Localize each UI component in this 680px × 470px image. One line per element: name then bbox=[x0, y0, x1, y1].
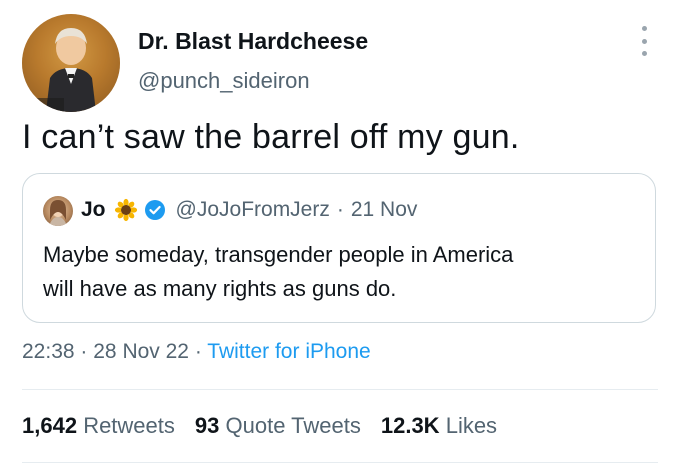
retweets-label: Retweets bbox=[83, 413, 175, 438]
sunflower-emoji-icon bbox=[114, 198, 138, 222]
tweet-time[interactable]: 22:38 bbox=[22, 340, 75, 363]
tweet-source-link[interactable]: Twitter for iPhone bbox=[207, 340, 370, 363]
meta-separator: · bbox=[80, 340, 88, 363]
divider bbox=[22, 389, 658, 390]
likes-count: 12.3K bbox=[380, 413, 440, 438]
quoted-tweet-text: Maybe someday, transgender people in Ame… bbox=[43, 238, 513, 306]
quoted-separator: · bbox=[336, 198, 344, 221]
quote-tweets-stat[interactable]: 93 Quote Tweets bbox=[195, 413, 361, 438]
quoted-tweet-header: Jo @JoJoFromJerz · 21 Nov bbox=[81, 198, 417, 222]
tweet-date[interactable]: 28 Nov 22 bbox=[93, 340, 189, 363]
author-avatar[interactable] bbox=[22, 14, 120, 112]
quoted-tweet[interactable]: Jo @JoJoFromJerz · 21 Nov Maybe someday,… bbox=[22, 173, 656, 323]
quoted-text-line: Maybe someday, transgender people in Ame… bbox=[43, 242, 514, 267]
author-name[interactable]: Dr. Blast Hardcheese bbox=[138, 28, 368, 55]
more-options-icon[interactable] bbox=[636, 26, 652, 56]
verified-badge-icon bbox=[144, 199, 166, 221]
retweets-count: 1,642 bbox=[22, 413, 78, 438]
quoted-author-name[interactable]: Jo bbox=[81, 198, 106, 222]
divider bbox=[22, 462, 658, 463]
likes-stat[interactable]: 12.3K Likes bbox=[381, 413, 497, 438]
author-handle[interactable]: @punch_sideiron bbox=[138, 68, 310, 94]
likes-label: Likes bbox=[445, 413, 498, 438]
retweets-stat[interactable]: 1,642 Retweets bbox=[22, 413, 175, 438]
quoted-text-line: will have as many rights as guns do. bbox=[43, 276, 397, 301]
quoted-author-handle[interactable]: @JoJoFromJerz bbox=[176, 198, 330, 222]
quoted-date[interactable]: 21 Nov bbox=[351, 198, 418, 222]
tweet-text: I can’t saw the barrel off my gun. bbox=[22, 118, 520, 156]
meta-separator: · bbox=[194, 340, 202, 363]
tweet-stats: 1,642 Retweets 93 Quote Tweets 12.3K Likes bbox=[22, 413, 497, 439]
tweet-meta: 22:38 · 28 Nov 22 · Twitter for iPhone bbox=[22, 340, 371, 364]
quoted-author-avatar[interactable] bbox=[43, 196, 73, 226]
quote-tweets-label: Quote Tweets bbox=[225, 413, 361, 438]
quote-tweets-count: 93 bbox=[194, 413, 220, 438]
